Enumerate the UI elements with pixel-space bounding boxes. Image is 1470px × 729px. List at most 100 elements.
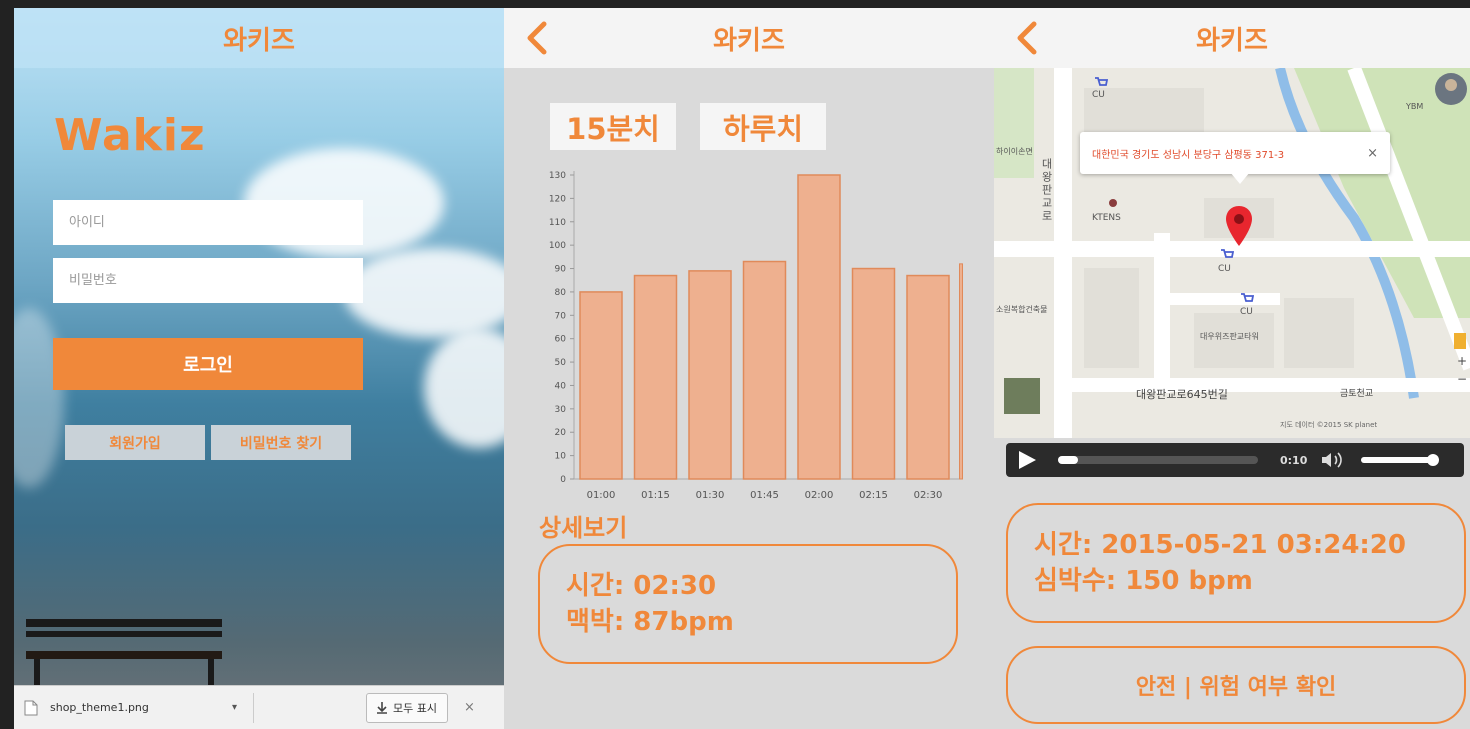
map-label-daewoo: 대우위즈판교타워: [1200, 332, 1259, 341]
svg-text:−: −: [1457, 372, 1466, 386]
map-label-vertical-road: 대왕판교로: [1040, 158, 1053, 223]
map-view[interactable]: CU 하이이손면 소원복합건축물 KTENS CU CU 대우위즈판교타워 대왕…: [994, 68, 1470, 438]
y-tick-label: 0: [560, 475, 566, 485]
seek-slider[interactable]: [1058, 456, 1258, 464]
y-tick-label: 120: [549, 194, 566, 204]
play-icon[interactable]: [1016, 450, 1038, 470]
password-input[interactable]: [53, 258, 363, 303]
id-input[interactable]: [53, 200, 363, 245]
close-download-bar-icon[interactable]: ×: [464, 700, 475, 715]
y-tick-label: 30: [555, 405, 567, 415]
map-label-cu-low: CU: [1240, 307, 1253, 317]
y-tick-label: 50: [555, 358, 567, 368]
app-title: 와키즈: [713, 25, 785, 56]
heart-rate-bar-chart: 0 10 20 30 40 50 60 70 80 90 100 110 120 130 01:00 01:1…: [549, 171, 963, 501]
back-arrow-icon[interactable]: [1008, 18, 1048, 58]
y-tick-label: 40: [555, 381, 567, 391]
map-label-road: 대왕판교로645번길: [1136, 388, 1228, 401]
download-item[interactable]: shop_theme1.png ▾: [24, 692, 254, 723]
player-time: 0:10: [1280, 453, 1308, 467]
app-header: 와키즈: [994, 8, 1470, 68]
map-credit: 지도 데이터 ©2015 SK planet: [1280, 421, 1378, 429]
signup-button[interactable]: 회원가입: [65, 425, 205, 460]
chart-bar: [797, 174, 841, 480]
avatar: [1435, 73, 1467, 105]
x-tick-label: 01:45: [750, 490, 779, 501]
heart-rate-info-box: 시간: 2015-05-21 03:24:20 심박수: 150 bpm: [1006, 503, 1466, 623]
detail-pulse: 맥박: 87bpm: [566, 607, 734, 637]
app-header: 와키즈: [14, 8, 504, 68]
download-filename: shop_theme1.png: [50, 701, 149, 714]
chart-bar: [579, 291, 623, 480]
detail-info-box: 시간: 02:30 맥박: 87bpm: [538, 544, 958, 664]
seek-progress: [1058, 456, 1078, 464]
show-all-button[interactable]: 모두 표시: [366, 692, 448, 723]
y-tick-label: 90: [555, 265, 567, 275]
y-tick-label: 70: [555, 311, 567, 321]
volume-slider[interactable]: [1361, 454, 1439, 466]
place-marker-icon: [1109, 199, 1117, 207]
heart-rate-screen: 와키즈 15분치 하루치 0 10 20 30 40 50 60 70 80 90 100 110 12…: [504, 8, 994, 729]
chart-bar: [906, 274, 950, 480]
volume-knob[interactable]: [1426, 454, 1439, 466]
location-screen: 와키즈 CU 하이이손면 소원복합건축물 KTENS CU CU 대우위즈판교타…: [994, 8, 1470, 729]
tab-daily[interactable]: 하루치: [700, 103, 826, 150]
volume-icon[interactable]: [1321, 451, 1345, 469]
dropdown-arrow-icon[interactable]: ▾: [232, 702, 237, 713]
location-pin-icon[interactable]: [1224, 204, 1254, 248]
y-tick-label: 130: [549, 171, 566, 181]
close-icon[interactable]: ×: [1367, 146, 1378, 161]
shopping-cart-icon: [1095, 77, 1108, 86]
svg-text:+: +: [1457, 354, 1466, 368]
y-tick-label: 20: [555, 428, 567, 438]
y-tick-label: 10: [555, 452, 567, 462]
x-tick-label: 01:00: [587, 490, 616, 501]
y-tick-label: 110: [549, 218, 566, 228]
map-label-cu-top: CU: [1092, 90, 1105, 100]
shopping-cart-icon: [1241, 293, 1254, 302]
login-button[interactable]: 로그인: [53, 338, 363, 390]
y-tick-label: 60: [555, 335, 567, 345]
x-tick-label: 02:15: [859, 490, 888, 501]
x-tick-label: 02:30: [914, 490, 943, 501]
map-label-left-bottom: 소원복합건축물: [996, 305, 1048, 314]
map-label-station: 금토천교: [1340, 389, 1374, 399]
audio-player: 0:10: [1006, 443, 1464, 477]
x-tick-label: 01:30: [696, 490, 725, 501]
back-arrow-icon[interactable]: [518, 18, 558, 58]
download-bar: shop_theme1.png ▾ 모두 표시 ×: [14, 685, 504, 729]
bench-silhouette: [26, 619, 222, 685]
show-all-label: 모두 표시: [393, 701, 437, 715]
tab-15min[interactable]: 15분치: [550, 103, 676, 150]
map-label-left-top: 하이이손면: [996, 147, 1033, 156]
map-label-cu-mid: CU: [1218, 264, 1231, 274]
detail-time: 시간: 02:30: [566, 571, 717, 601]
info-bpm: 심박수: 150 bpm: [1034, 566, 1253, 596]
chart-bar: [688, 270, 732, 480]
zoom-controls[interactable]: +−: [1454, 333, 1466, 393]
tooltip-pointer: [1230, 172, 1250, 184]
address-text: 대한민국 경기도 성남시 분당구 삼평동 371-3: [1092, 149, 1285, 161]
file-icon: [24, 700, 38, 715]
volume-level: [1361, 457, 1433, 463]
map-label-ktens: KTENS: [1092, 213, 1121, 223]
shopping-cart-icon: [1221, 249, 1234, 258]
app-title: 와키즈: [223, 25, 295, 56]
find-password-button[interactable]: 비밀번호 찾기: [211, 425, 351, 460]
app-header: 와키즈: [504, 8, 994, 68]
detail-view-link[interactable]: 상세보기: [539, 508, 627, 543]
x-tick-label: 02:00: [805, 490, 834, 501]
map-label-ybm: YBM: [1406, 102, 1424, 111]
chart-bar: [742, 260, 787, 480]
x-tick-label: 01:15: [641, 490, 670, 501]
screenshot-stage: 와키즈 Wakiz 로그인 회원가입 비밀번호 찾기 shop_theme1.p…: [0, 0, 1470, 729]
chart-bar: [851, 267, 896, 480]
address-tooltip: 대한민국 경기도 성남시 분당구 삼평동 371-3 ×: [1080, 132, 1390, 174]
download-icon: [377, 701, 387, 714]
app-title: 와키즈: [1196, 25, 1268, 56]
info-time: 시간: 2015-05-21 03:24:20: [1034, 530, 1406, 560]
y-tick-label: 80: [555, 288, 567, 298]
chart-bar-partial: [959, 263, 963, 480]
safety-check-button[interactable]: 안전 | 위험 여부 확인: [1006, 646, 1466, 724]
chart-bar: [633, 274, 678, 480]
